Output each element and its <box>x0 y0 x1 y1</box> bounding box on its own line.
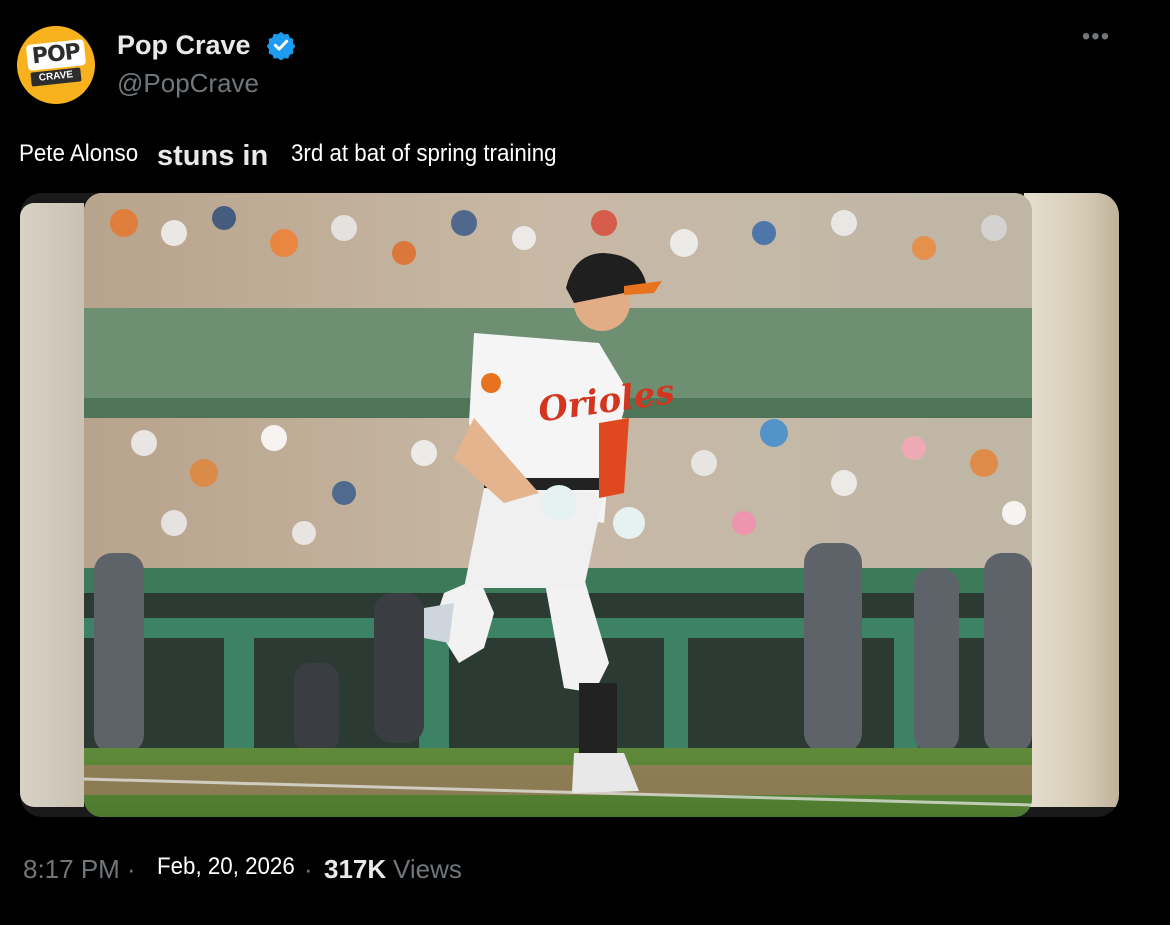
tweet-text-segment: 3rd at bat of spring training <box>291 140 557 167</box>
tweet-text-segment: Pete Alonso <box>19 140 139 167</box>
media-background-right <box>1024 193 1119 807</box>
baseball-photo[interactable]: Orioles <box>84 193 1032 817</box>
handle[interactable]: @PopCrave <box>117 66 259 100</box>
timestamp-time[interactable]: 8:17 PM · <box>23 854 136 884</box>
avatar-logo-bottom: CRAVE <box>30 67 82 87</box>
views-label[interactable]: Views <box>393 854 462 884</box>
tweet-text-segment: stuns in <box>157 140 269 172</box>
baseball-photo-image: Orioles <box>84 193 1032 817</box>
media-background-left <box>20 203 84 807</box>
more-options-icon[interactable]: ••• <box>1078 24 1114 50</box>
views-count[interactable]: 317K <box>324 854 386 884</box>
tweet-footer: 8:17 PM · Feb, 20, 2026 · 317K Views <box>0 846 1170 890</box>
avatar-logo-top: POP <box>25 39 87 71</box>
avatar[interactable]: POP CRAVE <box>17 26 95 104</box>
display-name[interactable]: Pop Crave <box>117 28 251 62</box>
verified-badge-icon <box>266 31 296 60</box>
tweet-screenshot: POP CRAVE Pop Crave @PopCrave ••• Pete A… <box>0 0 1170 925</box>
timestamp-date[interactable]: Feb, 20, 2026 <box>157 852 295 882</box>
separator: · <box>304 854 313 884</box>
media-card[interactable]: Orioles <box>20 193 1119 817</box>
